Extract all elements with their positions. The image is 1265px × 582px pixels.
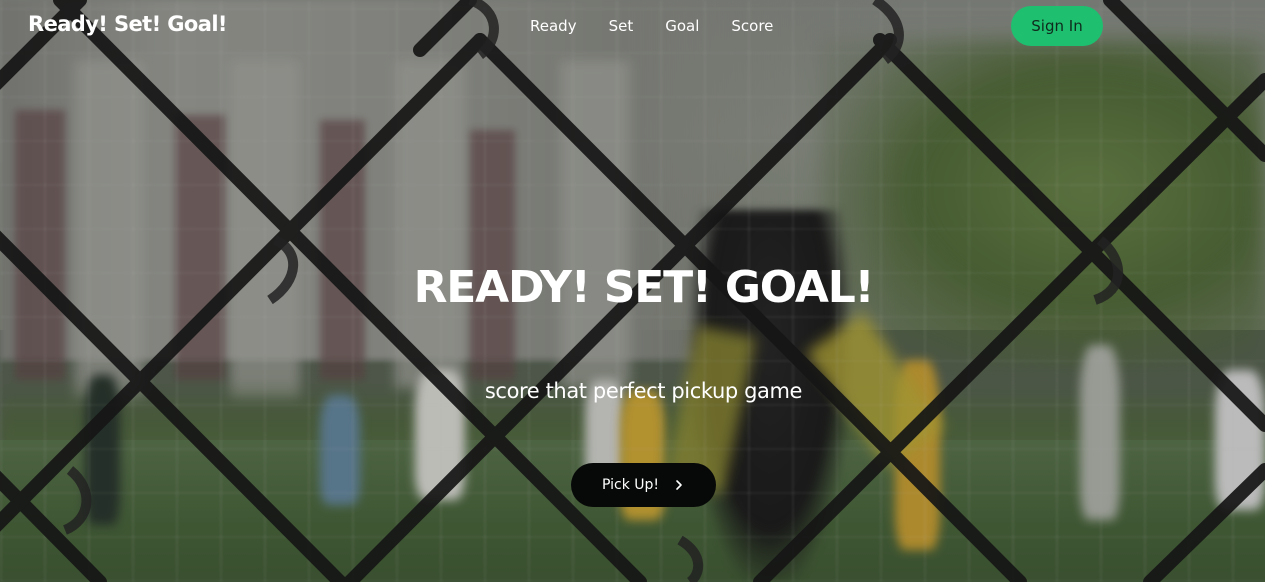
sign-in-button[interactable]: Sign In (1011, 6, 1103, 46)
nav-link-ready[interactable]: Ready (530, 17, 577, 35)
nav-link-goal[interactable]: Goal (665, 17, 699, 35)
nav-link-set[interactable]: Set (609, 17, 634, 35)
hero-subtitle: score that perfect pickup game (484, 379, 803, 403)
nav-link-score[interactable]: Score (731, 17, 773, 35)
landing-page: Ready! Set! Goal! Ready Set Goal Score S… (0, 0, 1265, 582)
brand-logo-link[interactable]: Ready! Set! Goal! (28, 12, 228, 36)
chevron-right-icon (676, 480, 682, 490)
top-navbar: Ready! Set! Goal! Ready Set Goal Score S… (0, 0, 1265, 54)
pick-up-button-label: Pick Up! (601, 477, 660, 493)
hero-title: READY! SET! GOAL! (413, 262, 875, 313)
nav-links: Ready Set Goal Score (530, 17, 805, 35)
pick-up-button[interactable]: Pick Up! (571, 463, 716, 507)
